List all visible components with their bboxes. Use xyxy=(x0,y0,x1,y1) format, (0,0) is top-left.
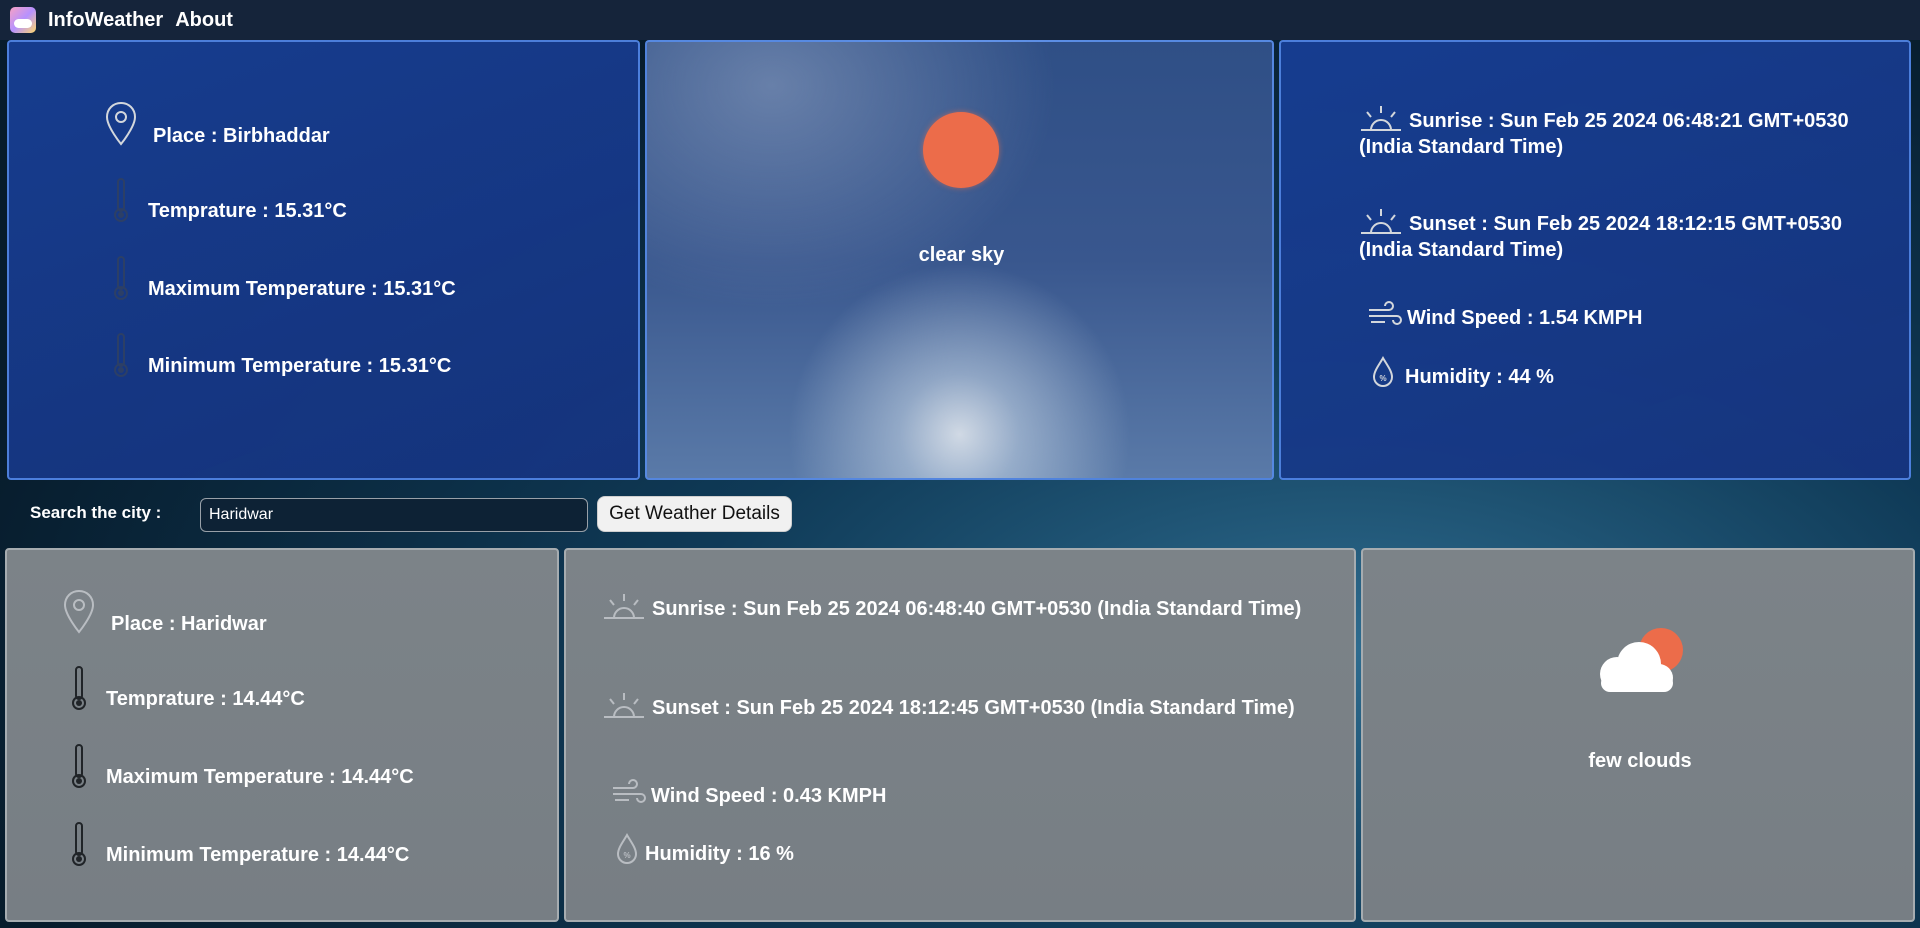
wind-text: Wind Speed : 1.54 KMPH xyxy=(1407,307,1643,329)
max-temperature-text: Maximum Temperature : 15.31°C xyxy=(148,278,456,300)
get-weather-details-button[interactable]: Get Weather Details xyxy=(597,496,792,532)
thermometer-icon xyxy=(104,255,138,301)
max-temperature-text: Maximum Temperature : 14.44°C xyxy=(106,766,414,788)
sunset-text: Sunset : Sun Feb 25 2024 18:12:45 GMT+05… xyxy=(652,697,1295,719)
current-sun-wind-card: Sunrise : Sun Feb 25 2024 06:48:21 GMT+0… xyxy=(1279,40,1911,480)
temperature-text: Temprature : 14.44°C xyxy=(106,688,305,710)
clear-sky-sun-icon xyxy=(923,112,999,188)
place-row: Place : Birbhaddar xyxy=(99,100,330,148)
searched-sun-wind-card: Sunrise : Sun Feb 25 2024 06:48:40 GMT+0… xyxy=(564,548,1356,922)
sunrise-icon xyxy=(602,590,646,622)
sunrise-row: Sunrise : Sun Feb 25 2024 06:48:40 GMT+0… xyxy=(602,590,1322,622)
thermometer-icon xyxy=(104,177,138,223)
max-temperature-row: Maximum Temperature : 14.44°C xyxy=(62,743,414,789)
humidity-row: % Humidity : 44 % xyxy=(1369,355,1554,389)
sunset-text: Sunset : Sun Feb 25 2024 18:12:15 GMT+05… xyxy=(1359,213,1842,261)
wind-row: Wind Speed : 0.43 KMPH xyxy=(611,778,886,808)
searched-weather-card: few clouds xyxy=(1361,548,1915,922)
droplet-icon: % xyxy=(613,832,641,866)
min-temperature-text: Minimum Temperature : 15.31°C xyxy=(148,355,452,377)
weather-description: clear sky xyxy=(918,244,1005,266)
sunset-icon xyxy=(1359,205,1403,237)
humidity-text: Humidity : 44 % xyxy=(1405,366,1554,388)
min-temperature-row: Minimum Temperature : 14.44°C xyxy=(62,821,409,867)
sunset-row: Sunset : Sun Feb 25 2024 18:12:45 GMT+05… xyxy=(602,689,1322,721)
sunrise-icon xyxy=(1359,102,1403,134)
current-weather-card: clear sky xyxy=(645,40,1274,480)
sunrise-text: Sunrise : Sun Feb 25 2024 06:48:40 GMT+0… xyxy=(652,598,1302,620)
droplet-icon: % xyxy=(1369,355,1397,389)
about-link[interactable]: About xyxy=(175,9,233,32)
current-location-card: Place : Birbhaddar Temprature : 15.31°C … xyxy=(7,40,640,480)
wind-text: Wind Speed : 0.43 KMPH xyxy=(651,785,887,807)
place-text: Place : Birbhaddar xyxy=(153,125,330,147)
svg-text:%: % xyxy=(623,851,630,860)
humidity-row: % Humidity : 16 % xyxy=(613,832,794,866)
few-clouds-icon xyxy=(1600,628,1683,692)
sunrise-row: Sunrise : Sun Feb 25 2024 06:48:21 GMT+0… xyxy=(1359,102,1879,160)
thermometer-icon xyxy=(62,665,96,711)
thermometer-icon xyxy=(62,821,96,867)
humidity-text: Humidity : 16 % xyxy=(645,843,794,865)
sunset-icon xyxy=(602,689,646,721)
wind-icon xyxy=(1367,300,1403,330)
searched-location-card: Place : Haridwar Temprature : 14.44°C Ma… xyxy=(5,548,559,922)
map-pin-icon xyxy=(99,100,143,148)
map-pin-icon xyxy=(57,588,101,636)
temperature-row: Temprature : 14.44°C xyxy=(62,665,305,711)
navbar: InfoWeather About xyxy=(0,0,1920,40)
brand-link[interactable]: InfoWeather xyxy=(48,9,163,32)
sunrise-text: Sunrise : Sun Feb 25 2024 06:48:21 GMT+0… xyxy=(1359,110,1849,158)
search-label: Search the city : xyxy=(30,503,162,522)
place-text: Place : Haridwar xyxy=(111,613,267,635)
app-logo-icon[interactable] xyxy=(10,7,36,33)
temperature-text: Temprature : 15.31°C xyxy=(148,200,347,222)
min-temperature-text: Minimum Temperature : 14.44°C xyxy=(106,844,410,866)
city-search-input[interactable] xyxy=(200,498,588,532)
place-row: Place : Haridwar xyxy=(57,588,267,636)
thermometer-icon xyxy=(62,743,96,789)
min-temperature-row: Minimum Temperature : 15.31°C xyxy=(104,332,451,378)
sunset-row: Sunset : Sun Feb 25 2024 18:12:15 GMT+05… xyxy=(1359,205,1879,263)
max-temperature-row: Maximum Temperature : 15.31°C xyxy=(104,255,456,301)
wind-icon xyxy=(611,778,647,808)
weather-description: few clouds xyxy=(1588,750,1692,772)
wind-row: Wind Speed : 1.54 KMPH xyxy=(1367,300,1642,330)
thermometer-icon xyxy=(104,332,138,378)
temperature-row: Temprature : 15.31°C xyxy=(104,177,347,223)
svg-text:%: % xyxy=(1379,374,1386,383)
